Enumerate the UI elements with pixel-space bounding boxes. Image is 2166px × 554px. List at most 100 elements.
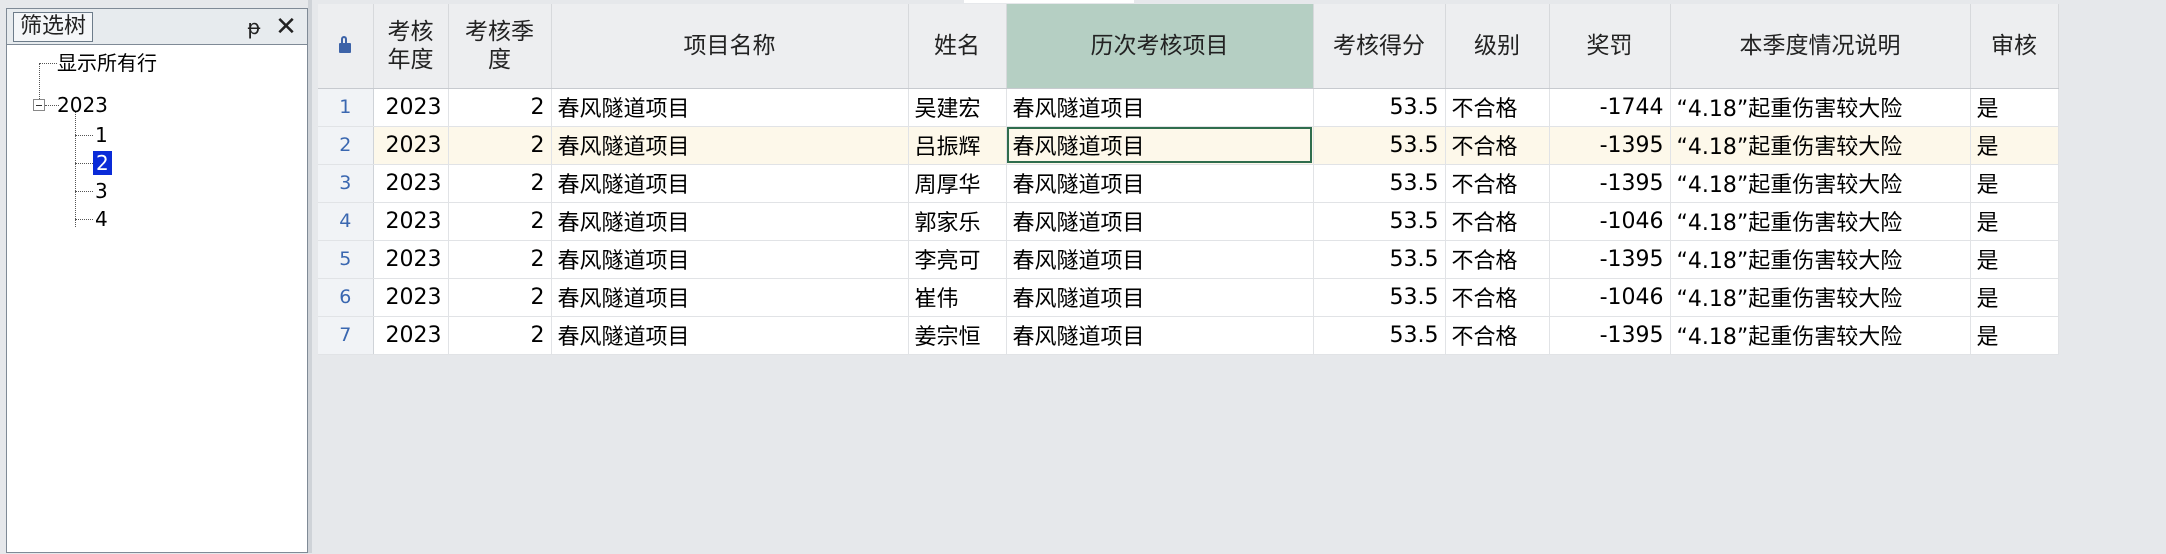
note-cell[interactable]: “4.18”起重伤害较大险 [1670,88,1971,127]
name-cell[interactable]: 周厚华 [908,164,1007,203]
project-cell[interactable]: 春风隧道项目 [551,316,909,355]
note-cell[interactable]: “4.18”起重伤害较大险 [1670,164,1971,203]
close-icon[interactable]: ✕ [273,13,299,41]
quarter-cell[interactable]: 2 [448,164,552,203]
name-cell[interactable]: 郭家乐 [908,202,1007,241]
note-cell[interactable]: “4.18”起重伤害较大险 [1670,240,1971,279]
score-cell[interactable]: 53.5 [1313,88,1446,127]
quarter-cell[interactable]: 2 [448,88,552,127]
table-row[interactable]: 3 2023 2 春风隧道项目 周厚华 春风隧道项目 53.5 不合格 -1395 “4.18”起… [318,164,2059,203]
year-cell[interactable]: 2023 [373,126,449,165]
year-cell[interactable]: 2023 [373,316,449,355]
name-cell[interactable]: 崔伟 [908,278,1007,317]
review-cell[interactable]: 是 [1970,278,2059,317]
column-header-name[interactable]: 姓名 [908,4,1007,89]
review-cell[interactable]: 是 [1970,316,2059,355]
column-header-level[interactable]: 级别 [1445,4,1550,89]
level-cell[interactable]: 不合格 [1445,164,1550,203]
lock-column-header[interactable] [318,4,374,89]
table-row[interactable]: 2 2023 2 春风隧道项目 吕振辉 春风隧道项目 53.5 不合格 -1395 “4.18”起… [318,126,2059,165]
column-header-note[interactable]: 本季度情况说明 [1670,4,1971,89]
project-cell[interactable]: 春风隧道项目 [551,88,909,127]
reward-cell[interactable]: -1395 [1549,240,1671,279]
project-cell[interactable]: 春风隧道项目 [551,126,909,165]
review-cell[interactable]: 是 [1970,240,2059,279]
year-cell[interactable]: 2023 [373,88,449,127]
tree-node-show-all[interactable]: 显示所有行 [57,50,157,76]
reward-cell[interactable]: -1395 [1549,316,1671,355]
reward-cell[interactable]: -1046 [1549,278,1671,317]
name-cell[interactable]: 吕振辉 [908,126,1007,165]
year-cell[interactable]: 2023 [373,202,449,241]
reward-cell[interactable]: -1046 [1549,202,1671,241]
score-cell[interactable]: 53.5 [1313,202,1446,241]
note-cell[interactable]: “4.18”起重伤害较大险 [1670,278,1971,317]
table-row[interactable]: 7 2023 2 春风隧道项目 姜宗恒 春风隧道项目 53.5 不合格 -1395 “4.18”起… [318,316,2059,355]
reward-cell[interactable]: -1744 [1549,88,1671,127]
row-number-cell[interactable]: 4 [318,202,374,241]
history-cell[interactable]: 春风隧道项目 [1006,126,1314,165]
quarter-cell[interactable]: 2 [448,316,552,355]
score-cell[interactable]: 53.5 [1313,278,1446,317]
tree-node-quarter-1[interactable]: 1 [95,122,108,148]
score-cell[interactable]: 53.5 [1313,316,1446,355]
history-cell[interactable]: 春风隧道项目 [1006,164,1314,203]
level-cell[interactable]: 不合格 [1445,316,1550,355]
note-cell[interactable]: “4.18”起重伤害较大险 [1670,126,1971,165]
column-header-project[interactable]: 项目名称 [551,4,909,89]
level-cell[interactable]: 不合格 [1445,88,1550,127]
project-cell[interactable]: 春风隧道项目 [551,164,909,203]
tree-node-quarter-3[interactable]: 3 [95,178,108,204]
row-number-cell[interactable]: 5 [318,240,374,279]
history-cell[interactable]: 春风隧道项目 [1006,240,1314,279]
name-cell[interactable]: 姜宗恒 [908,316,1007,355]
tree-node-year[interactable]: 2023 [57,92,108,118]
column-header-reward[interactable]: 奖罚 [1549,4,1671,89]
project-cell[interactable]: 春风隧道项目 [551,202,909,241]
year-cell[interactable]: 2023 [373,164,449,203]
reward-cell[interactable]: -1395 [1549,126,1671,165]
collapse-icon[interactable] [33,99,45,111]
row-number-cell[interactable]: 2 [318,126,374,165]
reward-cell[interactable]: -1395 [1549,164,1671,203]
table-row[interactable]: 5 2023 2 春风隧道项目 李亮可 春风隧道项目 53.5 不合格 -1395 “4.18”起… [318,240,2059,279]
quarter-cell[interactable]: 2 [448,278,552,317]
year-cell[interactable]: 2023 [373,240,449,279]
project-cell[interactable]: 春风隧道项目 [551,240,909,279]
row-number-cell[interactable]: 1 [318,88,374,127]
level-cell[interactable]: 不合格 [1445,126,1550,165]
score-cell[interactable]: 53.5 [1313,126,1446,165]
review-cell[interactable]: 是 [1970,164,2059,203]
pin-icon[interactable]: ᵽ [243,15,265,39]
level-cell[interactable]: 不合格 [1445,202,1550,241]
history-cell[interactable]: 春风隧道项目 [1006,88,1314,127]
panel-splitter[interactable] [308,0,312,553]
column-header-year[interactable]: 考核年度 [373,4,449,89]
quarter-cell[interactable]: 2 [448,202,552,241]
name-cell[interactable]: 吴建宏 [908,88,1007,127]
note-cell[interactable]: “4.18”起重伤害较大险 [1670,316,1971,355]
history-cell[interactable]: 春风隧道项目 [1006,278,1314,317]
table-row[interactable]: 4 2023 2 春风隧道项目 郭家乐 春风隧道项目 53.5 不合格 -1046 “4.18”起… [318,202,2059,241]
quarter-cell[interactable]: 2 [448,240,552,279]
column-header-review[interactable]: 审核 [1970,4,2059,89]
tree-node-quarter-2[interactable]: 2 [93,150,112,176]
year-cell[interactable]: 2023 [373,278,449,317]
level-cell[interactable]: 不合格 [1445,278,1550,317]
name-cell[interactable]: 李亮可 [908,240,1007,279]
row-number-cell[interactable]: 6 [318,278,374,317]
score-cell[interactable]: 53.5 [1313,164,1446,203]
review-cell[interactable]: 是 [1970,202,2059,241]
note-cell[interactable]: “4.18”起重伤害较大险 [1670,202,1971,241]
column-header-quarter[interactable]: 考核季度 [448,4,552,89]
table-row[interactable]: 6 2023 2 春风隧道项目 崔伟 春风隧道项目 53.5 不合格 -1046 “4.18”起重… [318,278,2059,317]
history-cell[interactable]: 春风隧道项目 [1006,316,1314,355]
tree-node-quarter-4[interactable]: 4 [95,206,108,232]
score-cell[interactable]: 53.5 [1313,240,1446,279]
review-cell[interactable]: 是 [1970,88,2059,127]
column-header-score[interactable]: 考核得分 [1313,4,1446,89]
table-row[interactable]: 1 2023 2 春风隧道项目 吴建宏 春风隧道项目 53.5 不合格 -1744 “4.18”起… [318,88,2059,127]
level-cell[interactable]: 不合格 [1445,240,1550,279]
column-header-history[interactable]: 历次考核项目 [1006,4,1314,89]
history-cell[interactable]: 春风隧道项目 [1006,202,1314,241]
